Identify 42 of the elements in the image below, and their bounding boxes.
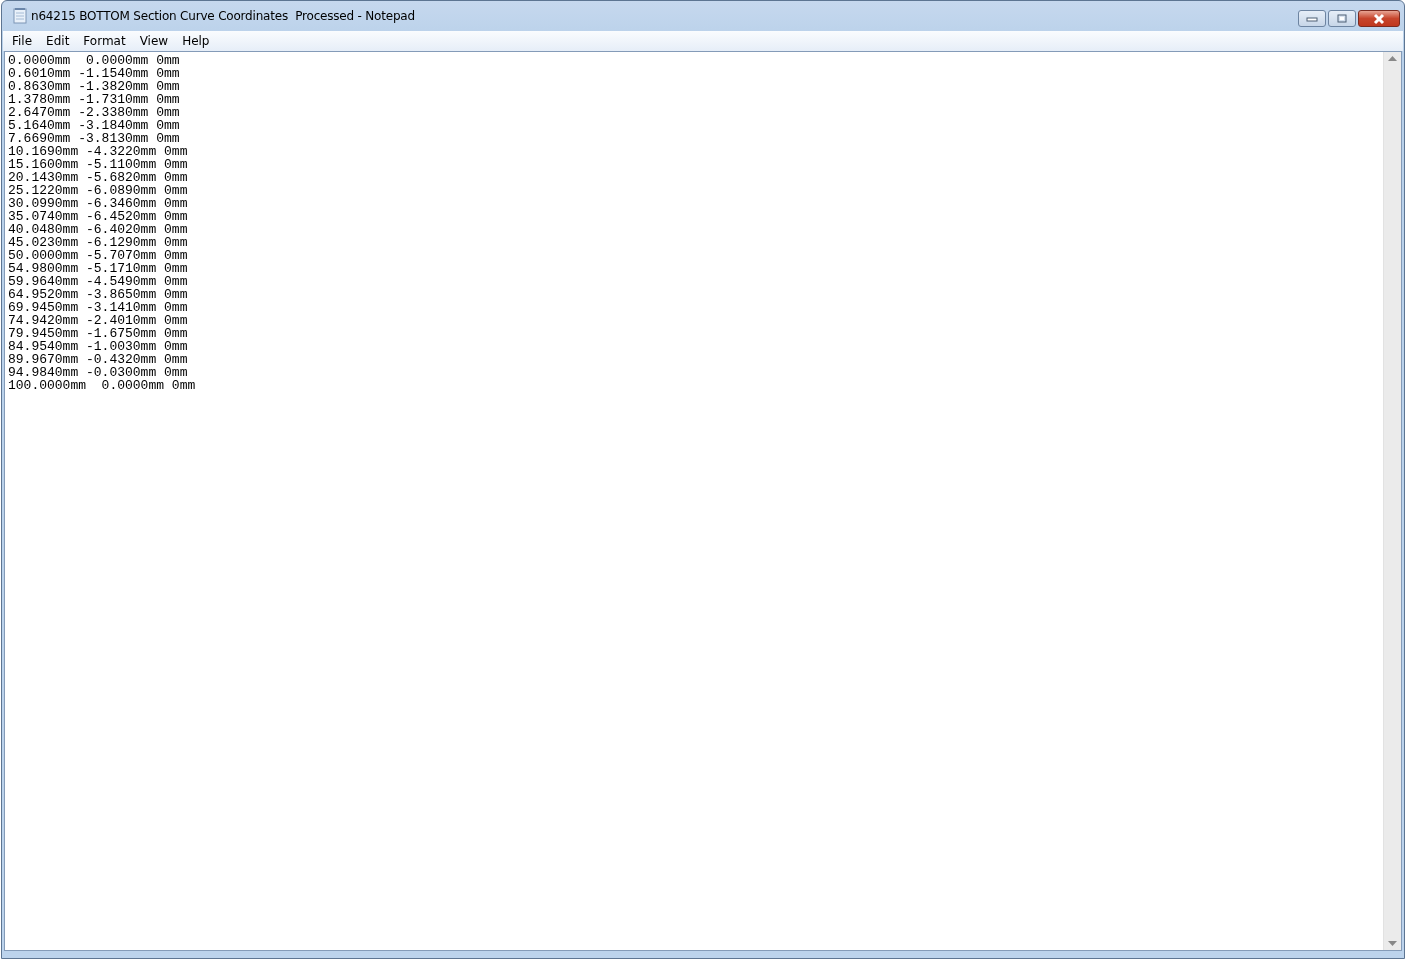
- minimize-button[interactable]: [1298, 10, 1326, 27]
- vertical-scrollbar[interactable]: [1383, 52, 1401, 950]
- text-line: 5.1640mm -3.1840mm 0mm: [8, 119, 180, 132]
- notepad-icon: [13, 8, 27, 24]
- text-line: 54.9800mm -5.1710mm 0mm: [8, 262, 188, 275]
- text-line: 89.9670mm -0.4320mm 0mm: [8, 353, 188, 366]
- text-line: 0.0000mm 0.0000mm 0mm: [8, 54, 180, 67]
- text-line: 79.9450mm -1.6750mm 0mm: [8, 327, 188, 340]
- text-line: 74.9420mm -2.4010mm 0mm: [8, 314, 188, 327]
- text-line: 64.9520mm -3.8650mm 0mm: [8, 288, 188, 301]
- text-line: 0.6010mm -1.1540mm 0mm: [8, 67, 180, 80]
- text-line: 50.0000mm -5.7070mm 0mm: [8, 249, 188, 262]
- scroll-up-icon[interactable]: [1388, 56, 1397, 61]
- text-line: 0.8630mm -1.3820mm 0mm: [8, 80, 180, 93]
- text-line: 100.0000mm 0.0000mm 0mm: [8, 379, 196, 392]
- menu-item[interactable]: View: [132, 31, 176, 51]
- scroll-down-icon[interactable]: [1388, 941, 1397, 946]
- text-line: 30.0990mm -6.3460mm 0mm: [8, 197, 188, 210]
- menu-item[interactable]: Edit: [39, 31, 77, 51]
- text-line: 7.6690mm -3.8130mm 0mm: [8, 132, 180, 145]
- close-icon: [1372, 12, 1386, 25]
- text-line: 35.0740mm -6.4520mm 0mm: [8, 210, 188, 223]
- text-line: 45.0230mm -6.1290mm 0mm: [8, 236, 188, 249]
- menu-item[interactable]: Format: [76, 31, 133, 51]
- text-line: 10.1690mm -4.3220mm 0mm: [8, 145, 188, 158]
- maximize-button[interactable]: [1328, 10, 1356, 27]
- menu-item[interactable]: Help: [175, 31, 217, 51]
- text-line: 40.0480mm -6.4020mm 0mm: [8, 223, 188, 236]
- minimize-icon: [1306, 15, 1318, 22]
- text-line: 15.1600mm -5.1100mm 0mm: [8, 158, 188, 171]
- maximize-icon: [1336, 13, 1348, 24]
- text-line: 20.1430mm -5.6820mm 0mm: [8, 171, 188, 184]
- close-button[interactable]: [1358, 10, 1400, 27]
- text-line: 1.3780mm -1.7310mm 0mm: [8, 93, 180, 106]
- text-line: 59.9640mm -4.5490mm 0mm: [8, 275, 188, 288]
- window-title: n64215 BOTTOM Section Curve Coordinates Processed - Notepad: [31, 9, 415, 23]
- text-line: 94.9840mm -0.0300mm 0mm: [8, 366, 188, 379]
- text-line: 69.9450mm -3.1410mm 0mm: [8, 301, 188, 314]
- text-line: 25.1220mm -6.0890mm 0mm: [8, 184, 188, 197]
- menu-item[interactable]: File: [5, 31, 40, 51]
- text-line: 2.6470mm -2.3380mm 0mm: [8, 106, 180, 119]
- text-line: 84.9540mm -1.0030mm 0mm: [8, 340, 188, 353]
